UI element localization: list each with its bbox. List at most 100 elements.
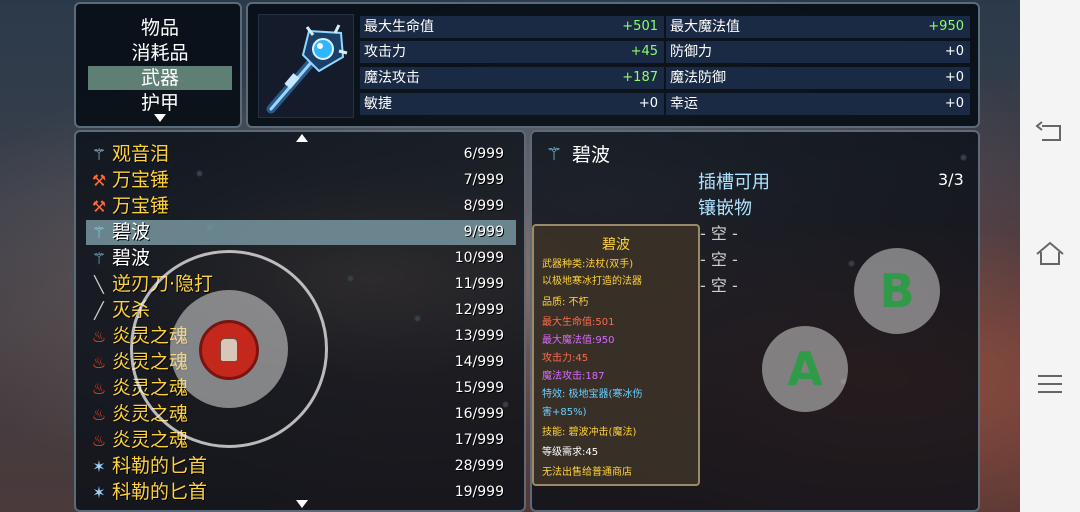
item-count: 6/999 [463, 146, 504, 162]
list-scroll-up-icon[interactable] [296, 134, 308, 142]
list-item[interactable]: ⚚ 观音泪 6/999 [86, 142, 516, 167]
stat-max-hp: 最大生命值 +501 [360, 16, 664, 38]
gem-slot-empty[interactable]: - 空 - [700, 246, 738, 270]
home-icon[interactable] [1034, 240, 1066, 268]
a-button[interactable]: A [762, 326, 848, 412]
sword-icon: ╲ [94, 275, 104, 294]
menu-icon[interactable] [1034, 370, 1066, 398]
stat-agility: 敏捷 +0 [360, 93, 664, 115]
flame-soul-icon: ♨ [91, 327, 107, 346]
tooltip-line: 以极地寒冰打造的法器 [542, 276, 642, 287]
gem-label: 镶嵌物 [698, 198, 752, 219]
tooltip-line: 无法出售给普通商店 [542, 467, 632, 478]
dagger-icon: ✶ [92, 483, 106, 502]
item-count: 7/999 [463, 172, 504, 188]
stat-value: +0 [638, 96, 658, 111]
tooltip-title: 碧波 [602, 237, 630, 253]
item-count: 10/999 [454, 250, 504, 266]
category-panel: 物品 消耗品 武器 护甲 [74, 2, 242, 128]
list-item-selected[interactable]: ⚚ 碧波 9/999 [86, 220, 516, 245]
list-scroll-down-icon[interactable] [296, 500, 308, 508]
category-scroll-down-icon[interactable] [154, 114, 166, 122]
category-armor[interactable]: 护甲 [88, 91, 232, 115]
tooltip-line: 魔法攻击:187 [542, 371, 605, 382]
category-items[interactable]: 物品 [88, 16, 232, 40]
stat-value: +0 [944, 70, 964, 85]
category-weapons[interactable]: 武器 [88, 66, 232, 90]
stat-label: 魔法攻击 [364, 70, 420, 86]
item-count: 8/999 [463, 198, 504, 214]
item-count: 16/999 [454, 406, 504, 422]
detail-item-name: 碧波 [572, 144, 611, 166]
tooltip-line: 害+85%) [542, 407, 587, 418]
item-name: 万宝锤 [112, 169, 170, 191]
back-icon[interactable] [1034, 120, 1066, 148]
tooltip-line: 品质: 不朽 [542, 297, 589, 308]
stat-value: +187 [622, 70, 658, 85]
stat-value: +45 [630, 44, 658, 59]
list-item[interactable]: ⚚ 碧波 10/999 [86, 246, 516, 271]
item-count: 28/999 [454, 458, 504, 474]
flame-soul-icon: ♨ [91, 379, 107, 398]
stat-label: 敏捷 [364, 96, 392, 112]
stats-panel: 最大生命值 +501 最大魔法值 +950 攻击力 +45 防御力 +0 魔法攻… [246, 2, 980, 128]
item-name: 碧波 [112, 247, 151, 269]
tooltip-line: 最大生命值:501 [542, 317, 615, 328]
flame-soul-icon: ♨ [91, 431, 107, 450]
stat-magic-defense: 魔法防御 +0 [666, 67, 970, 89]
item-count: 14/999 [454, 354, 504, 370]
list-item[interactable]: ⚒ 万宝锤 7/999 [86, 168, 516, 193]
player-character-icon [220, 338, 238, 362]
stat-value: +0 [944, 44, 964, 59]
stat-label: 最大生命值 [364, 19, 434, 35]
item-count: 12/999 [454, 302, 504, 318]
stat-label: 攻击力 [364, 44, 406, 60]
item-count: 17/999 [454, 432, 504, 448]
item-name: 碧波 [112, 221, 151, 243]
stat-value: +501 [622, 19, 658, 34]
item-count: 19/999 [454, 484, 504, 500]
category-consumables[interactable]: 消耗品 [88, 41, 232, 65]
item-count: 11/999 [454, 276, 504, 292]
tooltip-line: 攻击力:45 [542, 353, 589, 364]
gem-slot-empty[interactable]: - 空 - [700, 220, 738, 244]
dagger-icon: ✶ [92, 457, 106, 476]
stat-attack: 攻击力 +45 [360, 41, 664, 63]
system-nav-bar [1020, 0, 1080, 512]
item-count: 9/999 [463, 224, 504, 240]
item-name: 万宝锤 [112, 195, 170, 217]
orb-staff-icon: ⚚ [91, 145, 107, 164]
stat-label: 魔法防御 [670, 70, 726, 86]
hammer-icon: ⚒ [91, 171, 107, 190]
ice-staff-icon: ⚚ [546, 144, 563, 165]
item-tooltip: 碧波 武器种类:法杖(双手) 以极地寒冰打造的法器 品质: 不朽 最大生命值:5… [532, 224, 700, 486]
list-item[interactable]: ✶ 科勒的匕首 28/999 [86, 454, 516, 479]
stat-magic-attack: 魔法攻击 +187 [360, 67, 664, 89]
b-button[interactable]: B [854, 248, 940, 334]
slot-available-label: 插槽可用 [698, 172, 770, 193]
item-count: 15/999 [454, 380, 504, 396]
tooltip-line: 武器种类:法杖(双手) [542, 259, 634, 270]
gem-slot-empty[interactable]: - 空 - [700, 272, 738, 296]
ice-staff-icon [266, 24, 348, 114]
flame-soul-icon: ♨ [91, 405, 107, 424]
stat-label: 防御力 [670, 44, 712, 60]
tooltip-line: 等级需求:45 [542, 447, 599, 458]
item-name: 科勒的匕首 [112, 481, 208, 503]
stat-label: 最大魔法值 [670, 19, 740, 35]
flame-soul-icon: ♨ [91, 353, 107, 372]
hammer-icon: ⚒ [91, 197, 107, 216]
stat-value: +0 [944, 96, 964, 111]
tooltip-line: 最大魔法值:950 [542, 335, 615, 346]
list-item[interactable]: ♨ 炎灵之魂 17/999 [86, 428, 516, 453]
ice-staff-icon: ⚚ [91, 249, 107, 268]
item-count: 13/999 [454, 328, 504, 344]
stat-defense: 防御力 +0 [666, 41, 970, 63]
weapon-preview [258, 14, 354, 118]
sword-icon: ╱ [94, 301, 104, 320]
list-item[interactable]: ⚒ 万宝锤 8/999 [86, 194, 516, 219]
stat-max-mp: 最大魔法值 +950 [666, 16, 970, 38]
stat-label: 幸运 [670, 96, 698, 112]
item-name: 观音泪 [112, 143, 170, 165]
tooltip-line: 技能: 碧波冲击(魔法) [542, 427, 637, 438]
